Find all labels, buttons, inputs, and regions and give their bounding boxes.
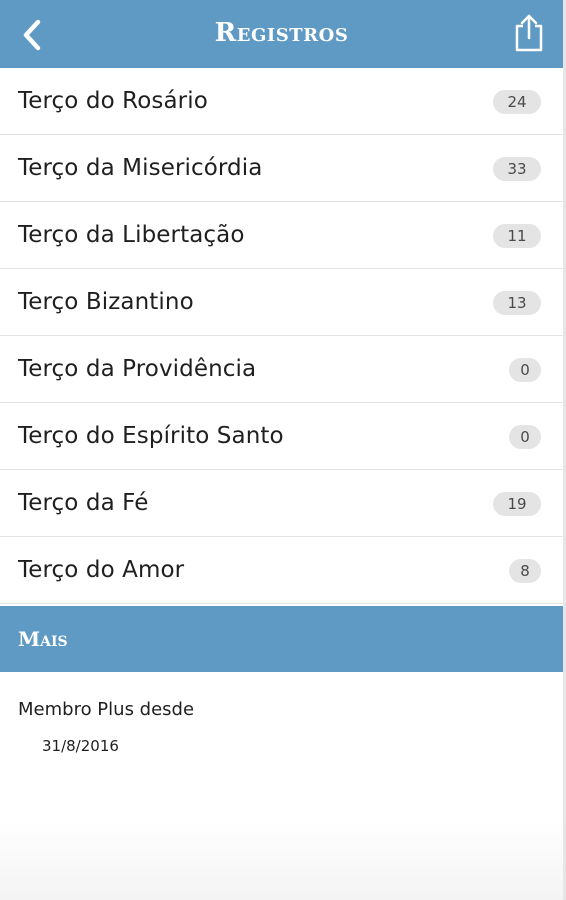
membership-label: Membro Plus desde [18, 699, 195, 720]
list-item[interactable]: Terço da Libertação 11 [0, 202, 563, 269]
list-item[interactable]: Terço do Espírito Santo 0 [0, 403, 563, 470]
membership-date: 31/8/2016 [42, 737, 119, 755]
list-item[interactable]: Terço do Rosário 24 [0, 68, 563, 135]
bottom-fade [0, 820, 563, 900]
count-badge: 0 [509, 358, 541, 382]
top-bar: Registros [0, 0, 563, 68]
registro-list: Terço do Rosário 24 Terço da Misericórdi… [0, 68, 563, 604]
count-badge: 13 [493, 291, 541, 315]
section-title: Mais [18, 627, 68, 651]
list-item-label: Terço do Amor [18, 557, 185, 583]
page-title: Registros [214, 18, 349, 48]
share-button[interactable] [509, 12, 549, 56]
list-item-label: Terço da Fé [18, 490, 149, 516]
list-item[interactable]: Terço da Misericórdia 33 [0, 135, 563, 202]
list-item-label: Terço da Libertação [18, 222, 245, 248]
list-item-label: Terço do Rosário [18, 88, 208, 114]
list-item-label: Terço Bizantino [18, 289, 194, 315]
count-badge: 11 [493, 224, 541, 248]
list-item-label: Terço da Providência [18, 356, 257, 382]
count-badge: 0 [509, 425, 541, 449]
list-item[interactable]: Terço Bizantino 13 [0, 269, 563, 336]
section-header-mais: Mais [0, 606, 563, 672]
count-badge: 8 [509, 559, 541, 583]
count-badge: 24 [493, 90, 541, 114]
share-icon [515, 14, 543, 52]
list-item[interactable]: Terço da Fé 19 [0, 470, 563, 537]
count-badge: 33 [493, 157, 541, 181]
list-item[interactable]: Terço do Amor 8 [0, 537, 563, 604]
list-item-label: Terço do Espírito Santo [18, 423, 284, 449]
list-item[interactable]: Terço da Providência 0 [0, 336, 563, 403]
count-badge: 19 [493, 492, 541, 516]
list-item-label: Terço da Misericórdia [18, 155, 263, 181]
app-screen: Registros Terço do Rosário 24 Terço da M… [0, 0, 566, 900]
